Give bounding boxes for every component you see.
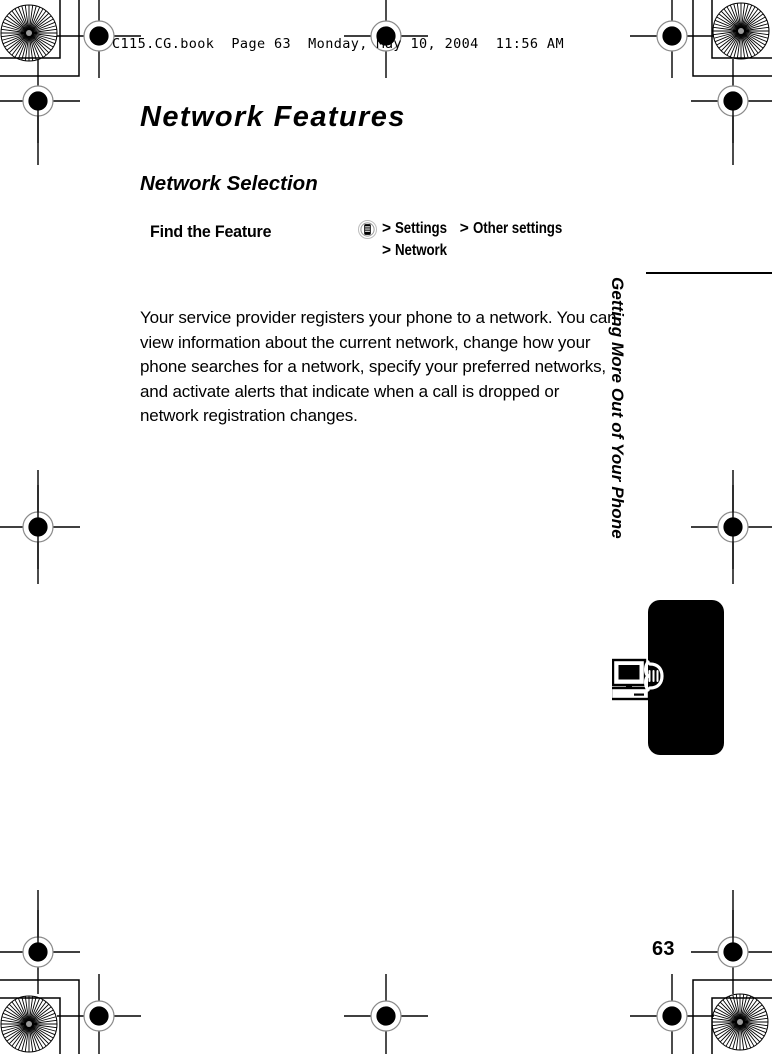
page-number: 63 [652, 938, 675, 960]
menu-path-line-1: > Settings > Other settings [358, 218, 620, 240]
menu-path-separator: > [459, 220, 469, 237]
menu-path-line-2: > Network [358, 240, 620, 262]
section-heading: Network Selection [140, 172, 318, 195]
find-the-feature-label: Find the Feature [150, 222, 272, 241]
menu-item-settings: Settings [395, 220, 448, 237]
menu-path: > Settings > Other settings > Network [358, 218, 620, 262]
side-tab-label: Getting More Out of Your Phone [608, 277, 627, 539]
menu-key-icon [358, 220, 377, 239]
side-tab-rule [646, 272, 772, 274]
menu-item-network: Network [395, 242, 448, 259]
book-file-stamp: C115.CG.book Page 63 Monday, May 10, 200… [112, 36, 564, 52]
body-paragraph: Your service provider registers your pho… [140, 308, 617, 425]
phone-computer-icon [609, 656, 674, 704]
page-title: Network Features [140, 101, 406, 133]
find-the-feature-block: Find the Feature > Settings > Other sett… [140, 196, 620, 288]
menu-item-other-settings: Other settings [472, 220, 563, 237]
page-content: Network Features Network Selection Find … [140, 100, 620, 429]
menu-path-separator: > [382, 220, 391, 237]
menu-path-separator: > [382, 242, 391, 259]
